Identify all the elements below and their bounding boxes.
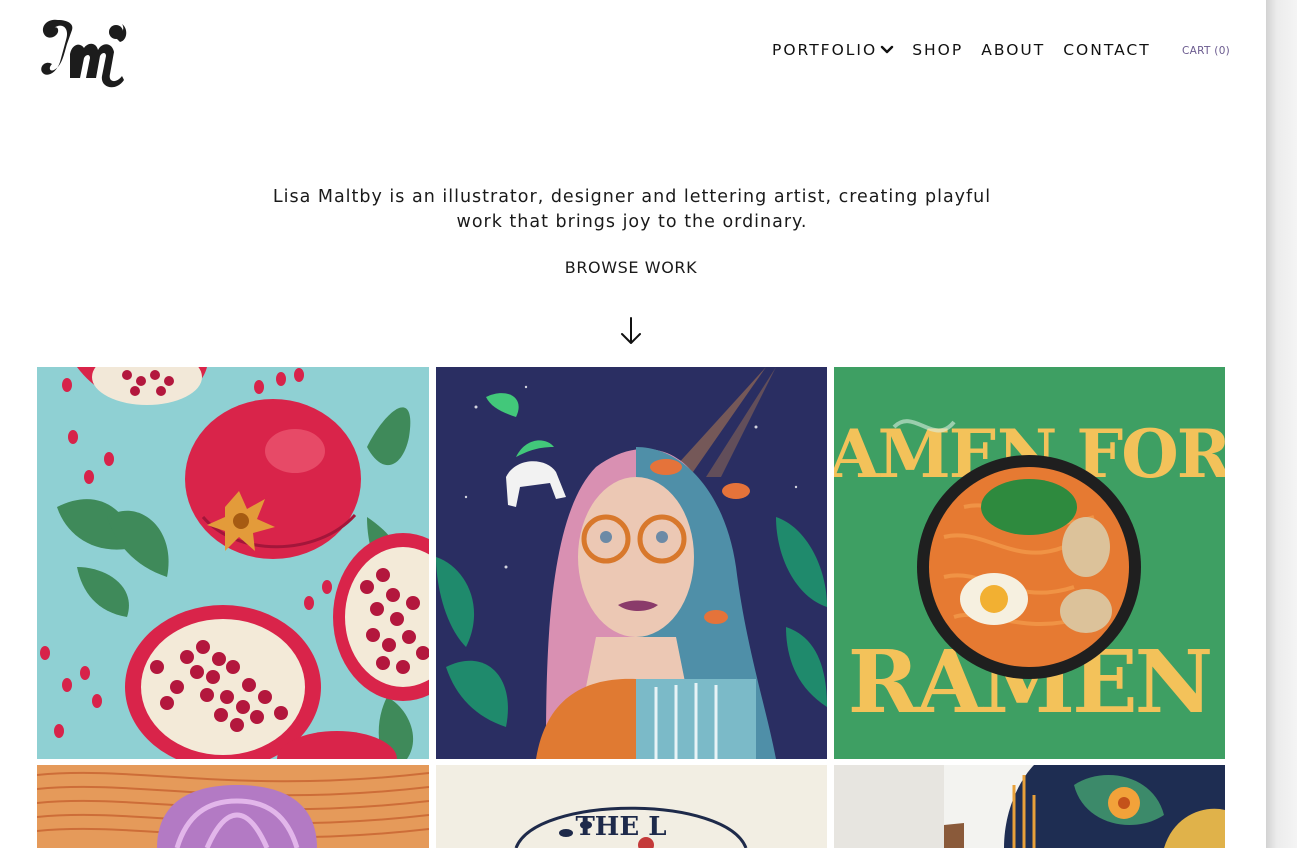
cart-link[interactable]: CART (0) bbox=[1182, 45, 1230, 57]
chevron-down-icon[interactable] bbox=[880, 45, 894, 55]
arrow-down-icon[interactable] bbox=[619, 316, 643, 346]
nav-item-about[interactable]: ABOUT bbox=[981, 41, 1045, 59]
portfolio-tile-pomegranates[interactable] bbox=[37, 367, 429, 759]
nav-contact-link[interactable]: CONTACT bbox=[1063, 41, 1151, 59]
portfolio-tile-portrait[interactable] bbox=[436, 367, 827, 759]
browse-work-link[interactable]: BROWSE WORK bbox=[531, 258, 731, 277]
turban-illustration bbox=[37, 765, 429, 848]
page: PORTFOLIO SHOP ABOUT CONTACT CART (0) Li… bbox=[0, 0, 1266, 848]
badge-illustration: THE L bbox=[436, 765, 827, 848]
nav-about-link[interactable]: ABOUT bbox=[981, 41, 1045, 59]
portfolio-tile-ramen[interactable]: AMEN FOR RAMEN bbox=[834, 367, 1225, 759]
portfolio-tile-4[interactable] bbox=[37, 765, 429, 848]
nav-item-portfolio[interactable]: PORTFOLIO bbox=[772, 41, 894, 59]
mural-illustration bbox=[834, 765, 1225, 848]
nav-portfolio-link[interactable]: PORTFOLIO bbox=[772, 41, 877, 59]
portfolio-tile-5[interactable]: THE L bbox=[436, 765, 827, 848]
site-logo[interactable] bbox=[36, 14, 132, 90]
pomegranate-illustration bbox=[37, 367, 429, 759]
ramen-illustration: AMEN FOR RAMEN bbox=[834, 367, 1225, 759]
portrait-illustration bbox=[436, 367, 827, 759]
logo-icon bbox=[41, 19, 127, 88]
nav-item-contact[interactable]: CONTACT bbox=[1063, 41, 1151, 59]
portfolio-tile-6[interactable] bbox=[834, 765, 1225, 848]
window-edge-shadow bbox=[1266, 0, 1297, 848]
nav-shop-link[interactable]: SHOP bbox=[912, 41, 963, 59]
intro-text: Lisa Maltby is an illustrator, designer … bbox=[272, 187, 992, 232]
main-nav: PORTFOLIO SHOP ABOUT CONTACT bbox=[772, 41, 1169, 59]
nav-item-shop[interactable]: SHOP bbox=[912, 41, 963, 59]
